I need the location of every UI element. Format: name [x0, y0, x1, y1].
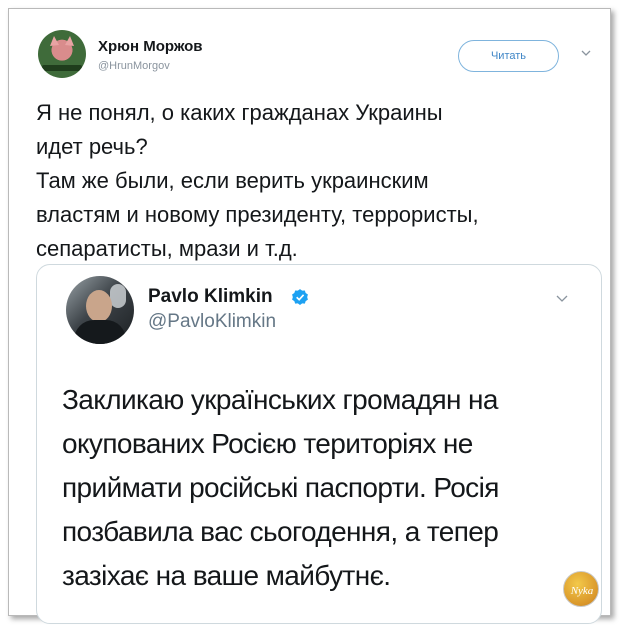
follow-button[interactable]: Читать: [458, 40, 559, 72]
verified-badge-icon: [292, 289, 308, 305]
avatar-window-shape: [110, 284, 126, 308]
avatar-suit-shape: [74, 320, 126, 344]
pig-ears-graphic: [50, 36, 74, 46]
tweet-text-line: Я не понял, о каких гражданах Украины: [36, 100, 443, 125]
author-avatar[interactable]: [38, 30, 86, 78]
watermark-logo-graphic: Nyka: [570, 585, 594, 597]
quoted-author-avatar[interactable]: [66, 276, 134, 344]
tweet-text-line: Там же были, если верить украинским: [36, 168, 429, 193]
svg-text:Nyka: Nyka: [570, 585, 594, 597]
watermark-logo: Nyka: [563, 571, 599, 607]
avatar-caption-strip: [42, 65, 82, 71]
author-handle[interactable]: @HrunMorgov: [98, 60, 170, 72]
avatar-face-shape: [86, 290, 112, 322]
chevron-down-icon[interactable]: [556, 294, 568, 304]
tweet-text-line: сепаратисты, мрази и т.д.: [36, 236, 298, 261]
quoted-text-line: приймати російські паспорти. Росія: [62, 472, 499, 503]
quoted-text-line: окупованих Росією територіях не: [62, 428, 473, 459]
tweet-text: Я не понял, о каких гражданах Украины ид…: [36, 96, 596, 266]
quoted-author-name[interactable]: Pavlo Klimkin: [148, 286, 273, 308]
tweet-text-line: властям и новому президенту, террористы,: [36, 202, 479, 227]
quoted-tweet-text: Закликаю українських громадян на окупова…: [62, 378, 592, 598]
quoted-text-line: Закликаю українських громадян на: [62, 384, 499, 415]
chevron-down-icon[interactable]: [581, 48, 591, 58]
quoted-text-line: зазіхає на ваше майбутнє.: [62, 560, 391, 591]
author-name[interactable]: Хрюн Моржов: [98, 38, 202, 55]
tweet-text-line: идет речь?: [36, 134, 148, 159]
quoted-text-line: позбавила вас сьогодення, а тепер: [62, 516, 499, 547]
quoted-author-handle[interactable]: @PavloKlimkin: [148, 311, 276, 333]
